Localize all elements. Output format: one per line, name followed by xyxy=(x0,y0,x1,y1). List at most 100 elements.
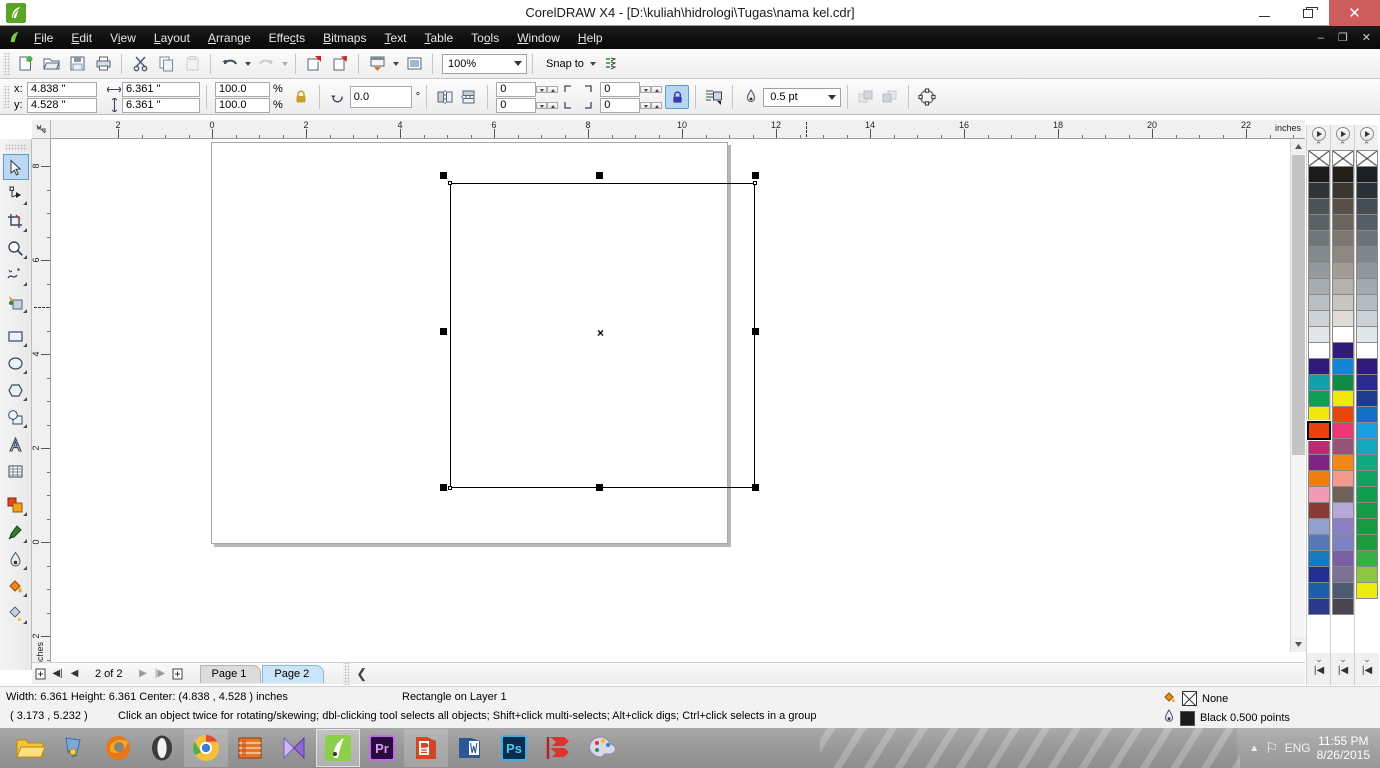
color-swatch[interactable] xyxy=(1307,358,1330,375)
color-swatch[interactable] xyxy=(1307,278,1330,295)
menu-item-arrange[interactable]: Arrange xyxy=(199,28,260,48)
color-swatch[interactable] xyxy=(1307,598,1330,615)
palette-expand-icon[interactable] xyxy=(1311,127,1326,141)
color-swatch[interactable] xyxy=(1355,150,1378,167)
menu-item-bitmaps[interactable]: Bitmaps xyxy=(314,28,375,48)
palette-expand-icon-2[interactable] xyxy=(1335,127,1350,141)
doc-restore-button[interactable]: ❐ xyxy=(1331,31,1355,44)
property-bar-grip[interactable] xyxy=(3,86,10,108)
rotation-angle-input[interactable]: 0.0 xyxy=(349,86,412,108)
menu-item-table[interactable]: Table xyxy=(415,28,462,48)
rect-node-tr[interactable] xyxy=(753,181,757,185)
color-swatch[interactable] xyxy=(1331,230,1354,247)
color-swatch[interactable] xyxy=(1355,310,1378,327)
freehand-tool[interactable] xyxy=(3,262,29,288)
color-swatch[interactable] xyxy=(1331,598,1354,615)
maximize-button[interactable] xyxy=(1286,0,1329,26)
color-swatch[interactable] xyxy=(1307,534,1330,551)
corner-tl-spinner[interactable] xyxy=(536,85,548,93)
color-swatch[interactable] xyxy=(1331,358,1354,375)
color-swatch[interactable] xyxy=(1355,518,1378,535)
cut-icon[interactable] xyxy=(127,51,153,77)
color-swatch[interactable] xyxy=(1331,438,1354,455)
palette-3-scroll-up[interactable]: ⌃ xyxy=(1363,141,1371,150)
menu-item-layout[interactable]: Layout xyxy=(145,28,199,48)
color-swatch[interactable] xyxy=(1307,198,1330,215)
color-swatch[interactable] xyxy=(1331,454,1354,471)
snap-to-button[interactable]: Snap to xyxy=(538,58,588,70)
palette-2-home[interactable]: |◀ xyxy=(1338,665,1348,676)
color-swatch[interactable] xyxy=(1307,294,1330,311)
color-swatch[interactable] xyxy=(1355,262,1378,279)
color-swatch[interactable] xyxy=(1307,486,1330,503)
color-swatch[interactable] xyxy=(1331,502,1354,519)
corner-br-spinner-up[interactable] xyxy=(651,101,663,109)
palette-2-scroll-up[interactable]: ⌃ xyxy=(1339,141,1347,150)
color-swatch[interactable] xyxy=(1307,566,1330,583)
color-swatch[interactable] xyxy=(1355,406,1378,423)
toolbar-grip[interactable] xyxy=(3,52,10,75)
color-swatch[interactable] xyxy=(1355,582,1378,599)
color-swatch[interactable] xyxy=(1355,390,1378,407)
color-swatch[interactable] xyxy=(1307,310,1330,327)
color-swatch[interactable] xyxy=(1331,310,1354,327)
language-indicator[interactable]: ENG xyxy=(1285,741,1311,755)
selection-handle-top-left[interactable] xyxy=(440,172,447,179)
vertical-ruler[interactable]: 864202 inches xyxy=(32,139,51,670)
palette-expand-icon-3[interactable] xyxy=(1359,127,1374,141)
color-swatch[interactable] xyxy=(1307,470,1330,487)
selection-handle-bottom-center[interactable] xyxy=(596,484,603,491)
color-swatch[interactable] xyxy=(1307,214,1330,231)
color-swatch[interactable] xyxy=(1355,182,1378,199)
color-swatch[interactable] xyxy=(1307,438,1330,455)
table-tool[interactable] xyxy=(3,458,29,484)
color-swatch[interactable] xyxy=(1331,406,1354,423)
sketchup-icon[interactable] xyxy=(536,729,580,767)
corner-bl-spinner[interactable] xyxy=(536,101,548,109)
doc-minimize-button[interactable]: – xyxy=(1311,32,1331,44)
convert-to-curves-button[interactable] xyxy=(915,85,939,109)
paint-icon[interactable] xyxy=(580,729,624,767)
fill-tool[interactable] xyxy=(3,573,29,599)
color-swatch[interactable] xyxy=(1355,566,1378,583)
color-swatch[interactable] xyxy=(1355,470,1378,487)
horizontal-ruler[interactable]: 2 0 2 4 6 8 10 12 14 16 18 20 22 inches xyxy=(51,120,1305,139)
vertical-scrollbar[interactable] xyxy=(1290,139,1306,652)
file-explorer-icon[interactable] xyxy=(8,729,52,767)
color-swatch[interactable] xyxy=(1307,182,1330,199)
color-swatch[interactable] xyxy=(1331,294,1354,311)
word-icon[interactable] xyxy=(448,729,492,767)
next-page-button[interactable]: ▶ xyxy=(135,665,152,683)
menu-item-help[interactable]: Help xyxy=(569,28,612,48)
interactive-fill-tool[interactable] xyxy=(3,600,29,626)
palette-2-scroll-down[interactable]: ⌄ xyxy=(1339,653,1347,665)
minimize-button[interactable] xyxy=(1243,0,1286,26)
options-icon[interactable] xyxy=(599,51,625,77)
color-swatch[interactable] xyxy=(1355,214,1378,231)
menu-item-edit[interactable]: Edit xyxy=(62,28,101,48)
zoom-level-combobox[interactable]: 100% xyxy=(442,53,527,74)
video-converter-icon[interactable] xyxy=(272,729,316,767)
scroll-left-button[interactable]: ❮ xyxy=(352,666,371,682)
color-swatch[interactable] xyxy=(1331,342,1354,359)
color-swatch[interactable] xyxy=(1331,422,1354,439)
outline-tool[interactable] xyxy=(3,546,29,572)
color-swatch[interactable] xyxy=(1355,326,1378,343)
y-position-input[interactable]: 4.528 " xyxy=(27,97,97,113)
color-swatch[interactable] xyxy=(1307,246,1330,263)
redo-icon[interactable] xyxy=(253,51,279,77)
color-swatch[interactable] xyxy=(1307,390,1330,407)
color-swatch[interactable] xyxy=(1331,278,1354,295)
color-swatch[interactable] xyxy=(1331,182,1354,199)
eyedropper-tool[interactable] xyxy=(3,519,29,545)
palette-3-home[interactable]: |◀ xyxy=(1362,665,1372,676)
import-icon[interactable] xyxy=(301,51,327,77)
rect-node-bl[interactable] xyxy=(448,486,452,490)
crop-tool[interactable] xyxy=(3,208,29,234)
palette-1-scroll-up[interactable]: ⌃ xyxy=(1315,141,1323,150)
rect-node-tl[interactable] xyxy=(448,181,452,185)
blend-tool[interactable] xyxy=(3,492,29,518)
open-document-icon[interactable] xyxy=(38,51,64,77)
document-page[interactable]: × xyxy=(211,142,759,544)
corner-br-spinner[interactable] xyxy=(640,101,652,109)
